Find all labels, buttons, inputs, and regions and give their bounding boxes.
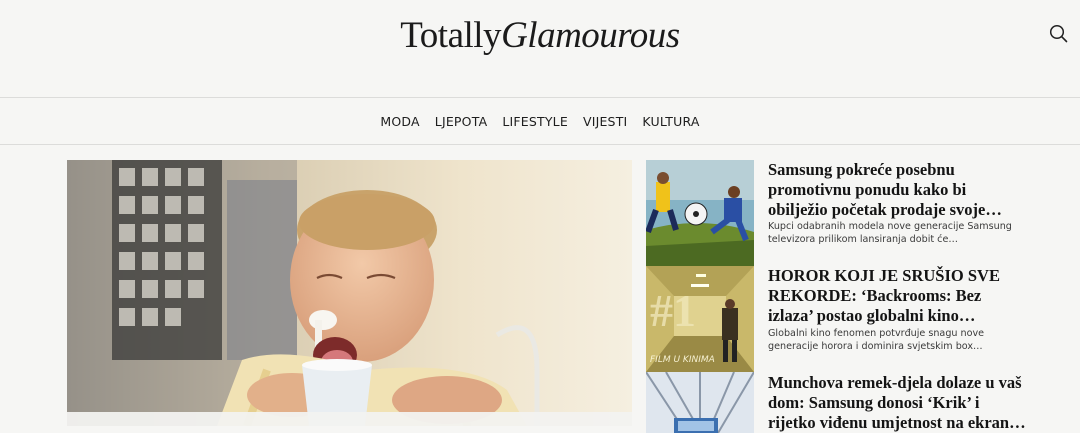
- film-label: FILM U KINIMA: [650, 355, 715, 365]
- svg-text:#1: #1: [650, 285, 696, 336]
- article-thumbnail-munch[interactable]: [646, 372, 754, 433]
- nav-item-lifestyle[interactable]: LIFESTYLE: [502, 114, 568, 129]
- article-thumbnail-football[interactable]: [646, 160, 754, 266]
- search-button[interactable]: [1048, 23, 1070, 45]
- article-excerpt: Kupci odabranih modela nove generacije S…: [768, 221, 1012, 245]
- nav-item-kultura[interactable]: KULTURA: [642, 114, 699, 129]
- site-logo[interactable]: TotallyGlamourous: [0, 14, 1080, 57]
- nav-item-vijesti[interactable]: VIJESTI: [583, 114, 627, 129]
- logo-text-italic: Glamourous: [501, 15, 680, 56]
- nav-divider: [0, 144, 1080, 145]
- main-nav: MODA LJEPOTA LIFESTYLE VIJESTI KULTURA: [0, 98, 1080, 144]
- nav-item-moda[interactable]: MODA: [380, 114, 419, 129]
- hero-image[interactable]: [67, 160, 632, 426]
- logo-text-regular: Totally: [400, 15, 502, 56]
- football-thumbnail-image: [646, 160, 754, 266]
- article-thumbnail-backrooms[interactable]: #1 FILM U KINIMA: [646, 266, 754, 372]
- article-title[interactable]: HOROR KOJI JE SRUŠIO SVE REKORDE: ‘Backr…: [768, 266, 1028, 326]
- search-icon: [1049, 24, 1068, 43]
- nav-item-ljepota[interactable]: LJEPOTA: [435, 114, 488, 129]
- article-title[interactable]: Munchova remek-djela dolaze u vaš dom: S…: [768, 373, 1028, 433]
- backrooms-thumbnail-image: #1 FILM U KINIMA: [646, 266, 754, 372]
- munch-thumbnail-image: [646, 372, 754, 433]
- article-excerpt: Globalni kino fenomen potvrđuje snagu no…: [768, 328, 985, 352]
- site-header: TotallyGlamourous: [0, 0, 1080, 98]
- hero-illustration: [67, 160, 632, 426]
- article-title[interactable]: Samsung pokreće posebnu promotivnu ponud…: [768, 160, 1028, 220]
